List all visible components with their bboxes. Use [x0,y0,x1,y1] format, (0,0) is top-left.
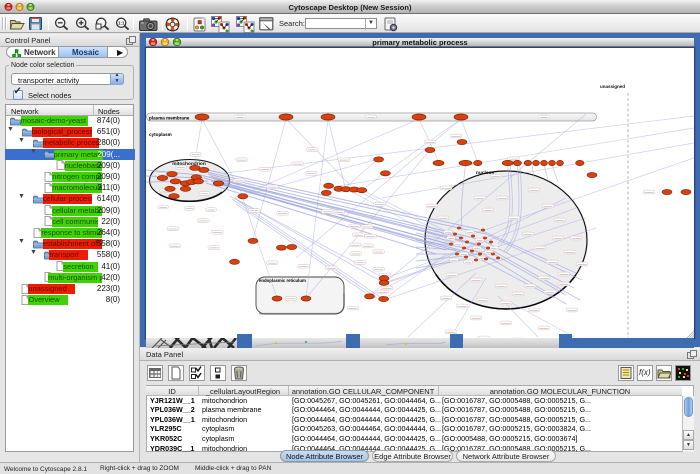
svg-text:endoplasmic reticulum: endoplasmic reticulum [259,278,306,283]
svg-text:cytoplasm: cytoplasm [149,132,172,137]
svg-text:plasma membrane: plasma membrane [149,115,190,120]
svg-text:unassigned: unassigned [600,84,625,89]
